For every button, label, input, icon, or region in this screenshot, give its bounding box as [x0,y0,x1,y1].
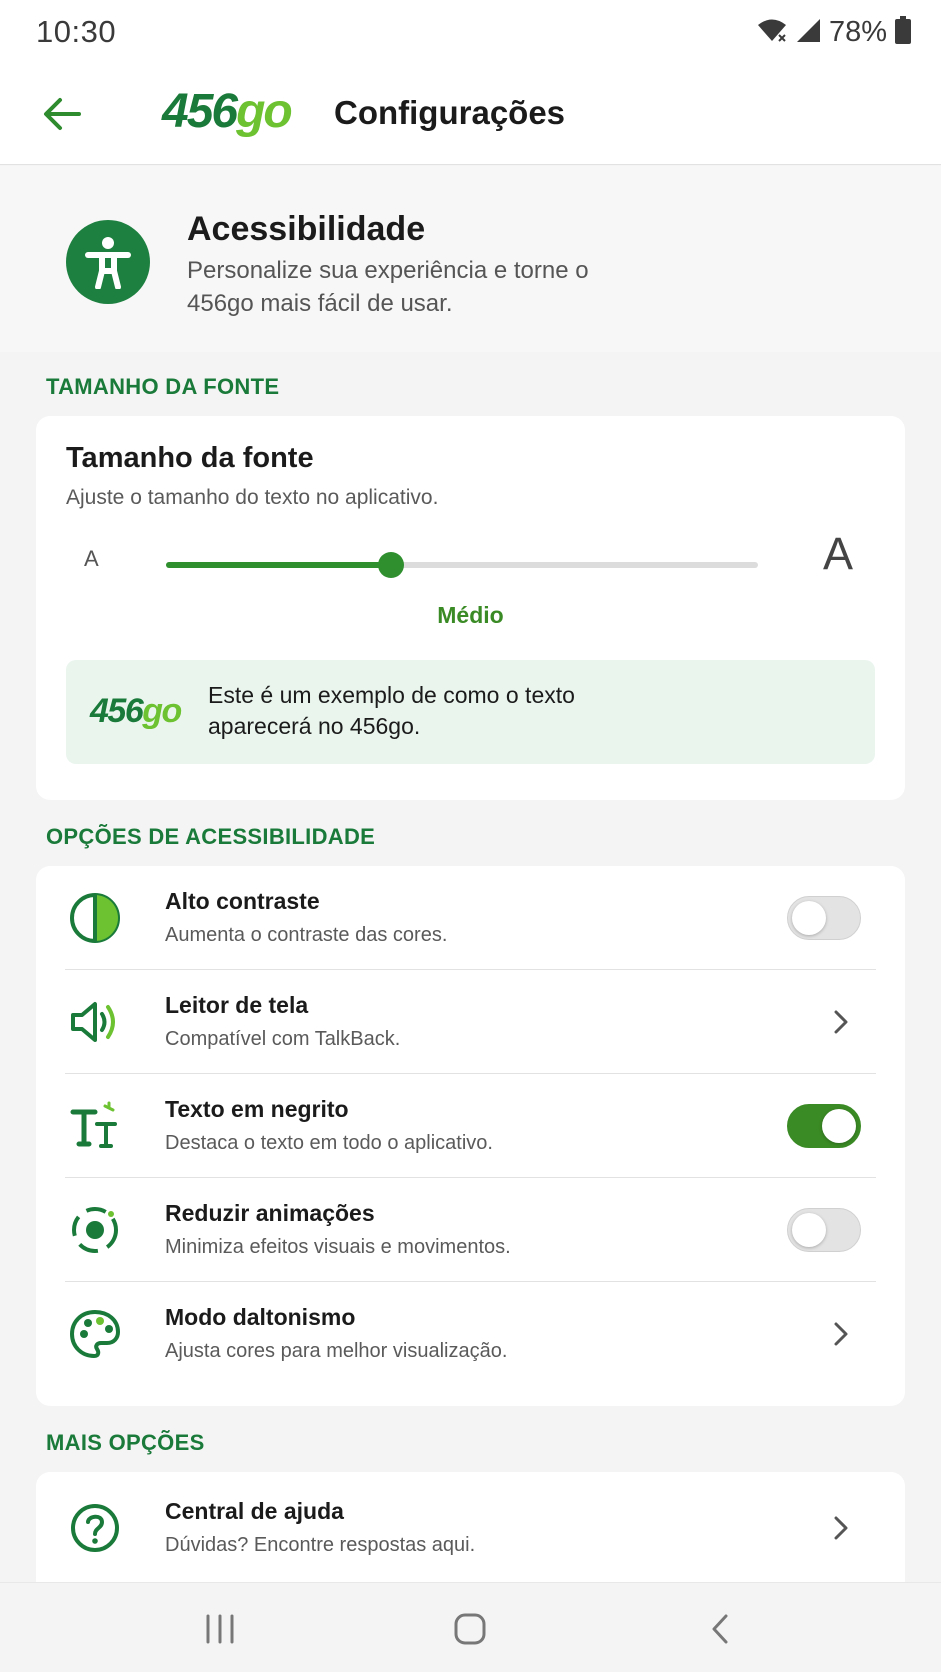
option-description: Destaca o texto em todo o aplicativo. [165,1132,493,1154]
status-icons: 78% [757,14,911,50]
chevron-left-icon [712,1614,728,1644]
battery-percent: 78% [828,15,887,48]
option-title: Modo daltonismo [165,1304,356,1330]
option-title: Leitor de tela [165,992,309,1018]
app-logo: 456go [162,85,293,138]
accessibility-icon [66,220,150,304]
recent-apps-icon [206,1614,234,1644]
home-button[interactable] [440,1605,500,1653]
app-bar: 456go Configurações [0,64,941,165]
option-reduce-animations[interactable]: Reduzir animações Minimiza efeitos visua… [36,1178,905,1282]
status-bar: 10:30 78% [0,0,941,64]
font-size-subtitle: Ajuste o tamanho do texto no aplicativo. [66,486,439,509]
chevron-right-icon[interactable] [831,1008,851,1036]
small-font-glyph: A [84,546,99,571]
option-screen-reader[interactable]: Leitor de tela Compatível com TalkBack. [36,970,905,1074]
home-icon [454,1613,486,1645]
reduce-animations-toggle[interactable] [787,1208,861,1252]
option-title: Reduzir animações [165,1200,375,1226]
font-preview-box: 456go Este é um exemplo de como o texto … [66,660,875,764]
bold-text-icon [69,1100,121,1152]
toggle-knob [792,1213,826,1247]
option-help-center[interactable]: Central de ajuda Dúvidas? Encontre respo… [36,1476,905,1580]
system-back-button[interactable] [690,1605,750,1653]
option-description: Dúvidas? Encontre respostas aqui. [165,1534,476,1556]
option-description: Minimiza efeitos visuais e movimentos. [165,1236,511,1258]
slider-thumb[interactable] [377,552,404,578]
option-description: Ajusta cores para melhor visualização. [165,1340,508,1362]
font-size-value: Médio [437,602,504,628]
font-size-slider[interactable] [166,552,758,578]
font-size-card: Tamanho da fonte Ajuste o tamanho do tex… [36,416,905,800]
help-icon [69,1502,121,1554]
contrast-icon [69,892,121,944]
option-bold-text[interactable]: Texto em negrito Destaca o texto em todo… [36,1074,905,1178]
preview-logo: 456go [90,692,182,730]
section-label-more-options: MAIS OPÇÕES [46,1430,205,1455]
back-button[interactable] [38,90,86,138]
more-options-card: Central de ajuda Dúvidas? Encontre respo… [36,1472,905,1582]
toggle-knob [822,1109,856,1143]
option-title: Central de ajuda [165,1498,344,1524]
battery-icon [895,15,911,49]
hero-title: Acessibilidade [187,210,426,248]
page-title: Configurações [334,94,566,131]
preview-text: Este é um exemplo de como o texto aparec… [208,682,575,739]
palette-icon [69,1308,121,1360]
large-font-glyph: A [822,528,853,579]
option-description: Compatível com TalkBack. [165,1028,401,1050]
system-nav-bar [0,1582,941,1672]
bold-text-toggle[interactable] [787,1104,861,1148]
hero-subtitle: Personalize sua experiência e torne o 45… [187,257,589,317]
toggle-knob [792,901,826,935]
arrow-left-icon [44,98,81,130]
animation-icon [69,1204,121,1256]
slider-fill [166,562,391,568]
speaker-icon [69,996,121,1048]
option-color-blind-mode[interactable]: Modo daltonismo Ajusta cores para melhor… [36,1282,905,1386]
option-title: Alto contraste [165,888,320,914]
section-label-font-size: TAMANHO DA FONTE [46,374,280,399]
signal-icon [795,17,821,48]
section-label-accessibility-options: OPÇÕES DE ACESSIBILIDADE [46,824,376,849]
option-description: Aumenta o contraste das cores. [165,924,448,946]
wifi-icon [757,17,787,48]
font-size-title: Tamanho da fonte [66,442,314,474]
option-high-contrast[interactable]: Alto contraste Aumenta o contraste das c… [36,866,905,970]
accessibility-options-card: Alto contraste Aumenta o contraste das c… [36,866,905,1406]
accessibility-hero: Acessibilidade Personalize sua experiênc… [0,166,941,352]
status-time: 10:30 [36,14,117,49]
recent-apps-button[interactable] [190,1605,250,1653]
chevron-right-icon[interactable] [831,1320,851,1348]
option-title: Texto em negrito [165,1096,349,1122]
high-contrast-toggle[interactable] [787,896,861,940]
chevron-right-icon[interactable] [831,1514,851,1542]
